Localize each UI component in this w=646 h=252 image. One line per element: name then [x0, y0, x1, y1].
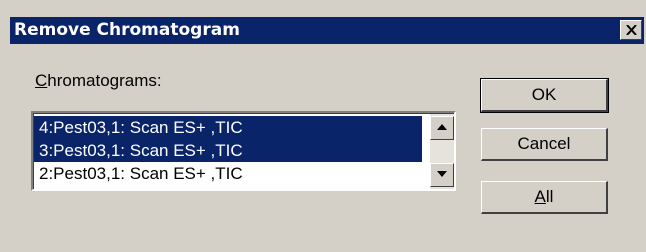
all-button[interactable]: All [481, 181, 608, 214]
ok-button[interactable]: OK [480, 78, 609, 113]
scroll-down-arrow-icon [437, 171, 447, 177]
remove-chromatogram-dialog: Remove Chromatogram Chromatograms: 4:Pes… [0, 0, 646, 252]
all-button-accelerator: A [534, 187, 546, 206]
list-item[interactable]: 4:Pest03,1: Scan ES+ ,TIC [34, 116, 422, 139]
list-item[interactable]: 2:Pest03,1: Scan ES+ ,TIC [34, 162, 422, 185]
close-button[interactable] [620, 20, 642, 40]
dialog-title: Remove Chromatogram [14, 20, 240, 40]
list-item[interactable]: 3:Pest03,1: Scan ES+ ,TIC [34, 139, 422, 162]
close-icon [626, 25, 637, 35]
title-bar: Remove Chromatogram [10, 17, 644, 44]
list-scrollbar[interactable] [430, 114, 454, 189]
chromatograms-label-accelerator: C [35, 71, 48, 90]
cancel-button[interactable]: Cancel [481, 128, 608, 161]
scroll-up-button[interactable] [430, 116, 454, 140]
chromatograms-label-text: hromatograms: [47, 71, 162, 90]
list-items: 4:Pest03,1: Scan ES+ ,TIC 3:Pest03,1: Sc… [34, 116, 422, 185]
listbox-frame: 4:Pest03,1: Scan ES+ ,TIC 3:Pest03,1: Sc… [33, 113, 454, 189]
chromatograms-label: Chromatograms: [35, 71, 162, 91]
scroll-up-arrow-icon [437, 124, 447, 130]
all-button-text: ll [545, 187, 554, 206]
scroll-down-button[interactable] [430, 163, 454, 187]
chromatograms-listbox[interactable]: 4:Pest03,1: Scan ES+ ,TIC 3:Pest03,1: Sc… [31, 111, 456, 191]
